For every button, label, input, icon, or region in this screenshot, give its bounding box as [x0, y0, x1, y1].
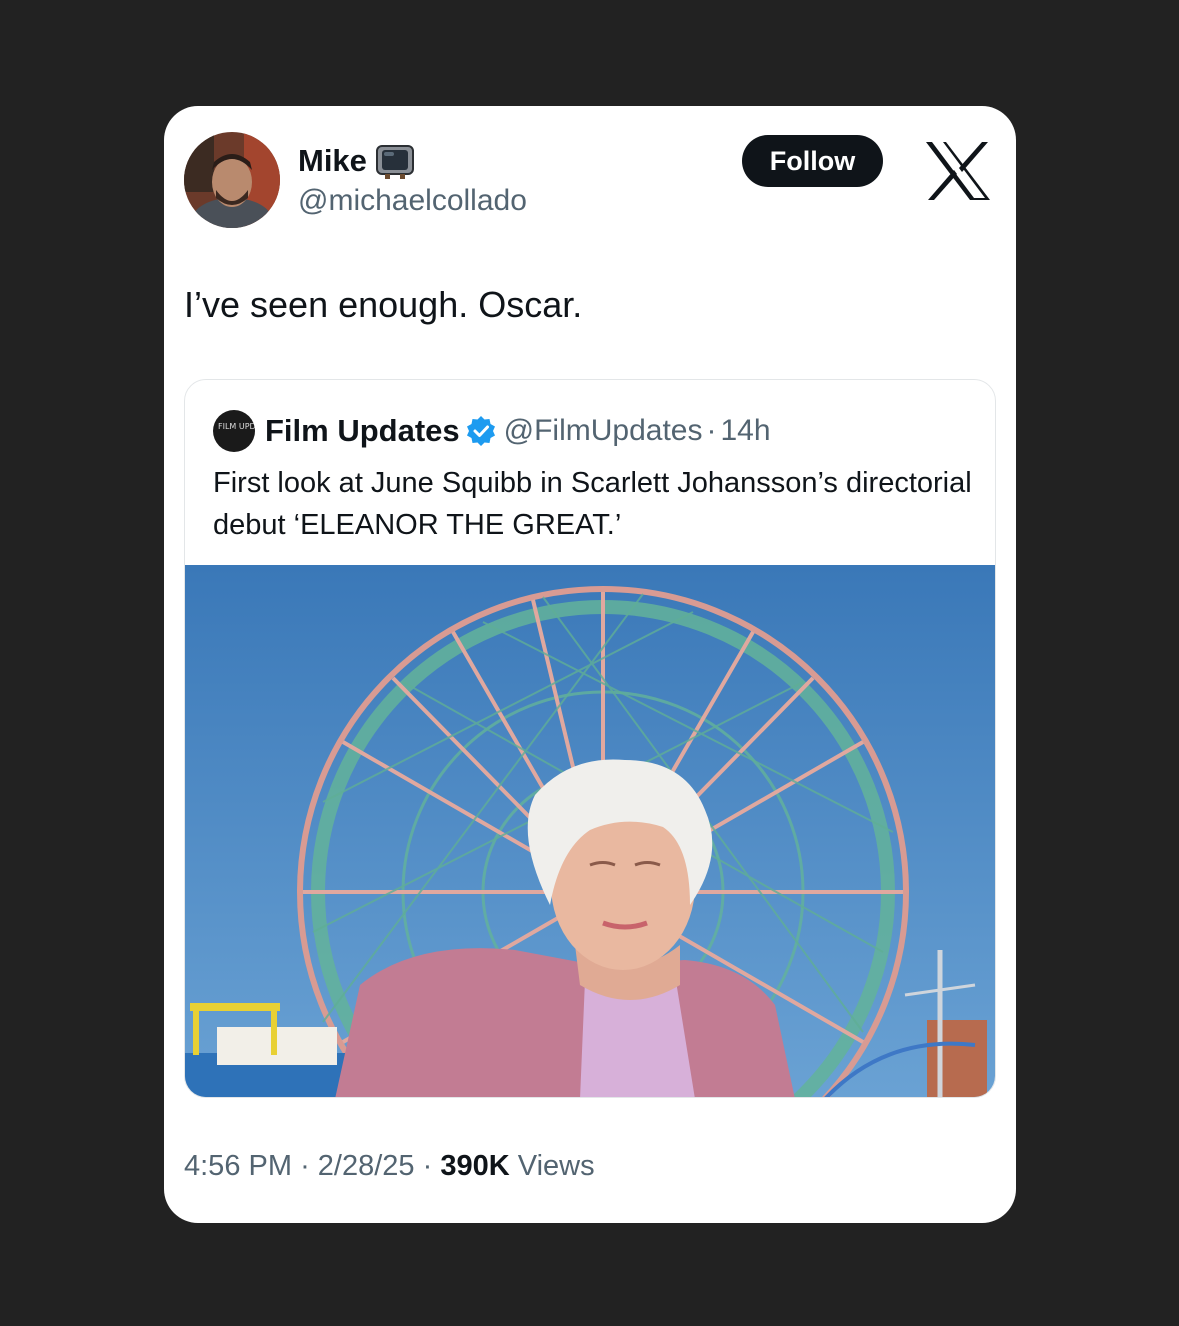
separator: ·: [300, 1150, 310, 1182]
author-avatar[interactable]: [184, 132, 280, 228]
quote-timestamp[interactable]: 14h: [721, 414, 771, 448]
quote-avatar-text: FILM UPDATES: [218, 422, 255, 431]
verified-badge-icon: [466, 416, 495, 446]
views-label: Views: [517, 1150, 595, 1182]
follow-button[interactable]: Follow: [742, 135, 883, 187]
post-time[interactable]: 4:56 PM: [184, 1150, 292, 1182]
author-name[interactable]: Mike: [298, 143, 367, 179]
post-date[interactable]: 2/28/25: [318, 1150, 415, 1182]
quote-avatar[interactable]: FILM UPDATES: [213, 410, 255, 452]
quoted-tweet[interactable]: FILM UPDATES Film Updates @FilmUpdates ·…: [184, 379, 996, 1098]
television-icon: [375, 145, 414, 179]
tweet-card: Mike @michaelcollado Follow I’ve seen en…: [164, 106, 1016, 1223]
quote-separator: ·: [706, 414, 717, 447]
separator: ·: [422, 1150, 433, 1182]
tweet-metadata: 4:56 PM · 2/28/25 · 390K Views: [184, 1150, 595, 1183]
tweet-text: I’ve seen enough. Oscar.: [184, 284, 583, 325]
quote-author-name[interactable]: Film Updates: [265, 413, 460, 449]
quote-text: First look at June Squibb in Scarlett Jo…: [213, 467, 972, 541]
x-logo-icon[interactable]: [924, 140, 992, 202]
quote-photo[interactable]: [185, 565, 996, 1098]
quote-author-handle[interactable]: @FilmUpdates: [504, 414, 703, 448]
author-handle[interactable]: @michaelcollado: [298, 184, 527, 218]
views-count: 390K: [440, 1150, 510, 1182]
